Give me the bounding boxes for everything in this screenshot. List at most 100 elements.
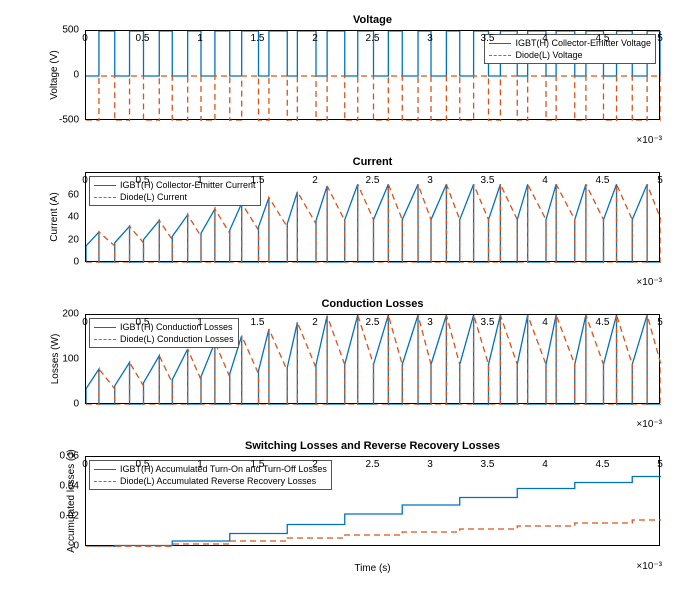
ytick: 500 [62,25,79,36]
ytick: 200 [62,309,79,320]
xtick: 4 [542,33,548,44]
xtick: 2.5 [366,459,380,470]
xtick: 0.5 [136,175,150,186]
axes-conduction: Conduction Losses Losses (W) IGBT(H) Con… [85,314,660,404]
ylabel-switching: Accumulated losses (J) [66,449,77,552]
xtick: 3.5 [481,175,495,186]
xtick: 3 [427,33,433,44]
legend-label: Diode(L) Conduction Losses [120,333,234,345]
line-sample-icon [94,469,116,470]
line-sample-icon [94,197,116,198]
line-sample-icon [489,55,511,56]
ytick: 0 [73,541,79,552]
legend-label: Diode(L) Current [120,191,187,203]
legend-entry: IGBT(H) Collector-Emitter Current [94,179,256,191]
title-voltage: Voltage [85,14,660,26]
legend-entry: IGBT(H) Collector-Emitter Voltage [489,37,651,49]
ytick: 0 [73,257,79,268]
title-current: Current [85,156,660,168]
legend-switching: IGBT(H) Accumulated Turn-On and Turn-Off… [89,460,332,490]
xtick: 1.5 [251,317,265,328]
legend-current: IGBT(H) Collector-Emitter Current Diode(… [89,176,261,206]
ylabel-current: Current (A) [49,192,60,241]
x-exponent: ×10⁻³ [636,135,662,146]
legend-label: Diode(L) Accumulated Reverse Recovery Lo… [120,475,316,487]
legend-label: IGBT(H) Accumulated Turn-On and Turn-Off… [120,463,327,475]
xtick: 2 [312,459,318,470]
xtick: 0 [82,33,88,44]
xtick: 5 [657,317,663,328]
xtick: 4 [542,175,548,186]
xtick: 5 [657,459,663,470]
xlabel: Time (s) [85,563,660,574]
ytick: 0.06 [60,451,79,462]
xtick: 3 [427,175,433,186]
legend-voltage: IGBT(H) Collector-Emitter Voltage Diode(… [484,34,656,64]
title-conduction: Conduction Losses [85,298,660,310]
line-sample-icon [94,339,116,340]
xtick: 2 [312,317,318,328]
xtick: 0.5 [136,459,150,470]
xtick: 1 [197,459,203,470]
xtick: 3.5 [481,459,495,470]
ytick: 0 [73,399,79,410]
legend-entry: IGBT(H) Accumulated Turn-On and Turn-Off… [94,463,327,475]
xtick: 2 [312,175,318,186]
xtick: 0 [82,317,88,328]
xtick: 3 [427,459,433,470]
legend-entry: Diode(L) Accumulated Reverse Recovery Lo… [94,475,327,487]
ytick: 40 [68,212,79,223]
xtick: 0 [82,175,88,186]
ytick: 60 [68,189,79,200]
xtick: 0.5 [136,317,150,328]
ytick: 20 [68,234,79,245]
xtick: 2.5 [366,317,380,328]
axes-current: Current Current (A) IGBT(H) Collector-Em… [85,172,660,262]
xtick: 2.5 [366,33,380,44]
xtick: 5 [657,33,663,44]
x-exponent: ×10⁻³ [636,419,662,430]
xtick: 3 [427,317,433,328]
xtick: 4 [542,459,548,470]
xtick: 1.5 [251,33,265,44]
axes-voltage: Voltage Voltage (V) IGBT(H) Collector-Em… [85,30,660,120]
xtick: 1 [197,317,203,328]
legend-conduction: IGBT(H) Conduction Losses Diode(L) Condu… [89,318,239,348]
ytick: 0.02 [60,511,79,522]
legend-label: IGBT(H) Collector-Emitter Voltage [515,37,651,49]
xtick: 2.5 [366,175,380,186]
ytick: 0.04 [60,481,79,492]
line-sample-icon [94,481,116,482]
line-sample-icon [94,185,116,186]
line-sample-icon [94,327,116,328]
xtick: 5 [657,175,663,186]
ytick: -500 [59,115,79,126]
xtick: 1.5 [251,175,265,186]
xtick: 3.5 [481,317,495,328]
xtick: 4 [542,317,548,328]
xtick: 4.5 [596,317,610,328]
ytick: 100 [62,354,79,365]
ylabel-voltage: Voltage (V) [49,50,60,99]
xtick: 4.5 [596,459,610,470]
xtick: 4.5 [596,175,610,186]
x-exponent: ×10⁻³ [636,277,662,288]
legend-entry: Diode(L) Voltage [489,49,651,61]
xtick: 4.5 [596,33,610,44]
ytick: 0 [73,70,79,81]
xtick: 1.5 [251,459,265,470]
xtick: 0.5 [136,33,150,44]
legend-entry: Diode(L) Current [94,191,256,203]
legend-entry: Diode(L) Conduction Losses [94,333,234,345]
ylabel-conduction: Losses (W) [50,334,61,385]
title-switching: Switching Losses and Reverse Recovery Lo… [85,440,660,452]
figure: Voltage Voltage (V) IGBT(H) Collector-Em… [0,0,700,600]
xtick: 3.5 [481,33,495,44]
axes-switching: Switching Losses and Reverse Recovery Lo… [85,456,660,546]
xtick: 2 [312,33,318,44]
xtick: 0 [82,459,88,470]
xtick: 1 [197,175,203,186]
legend-entry: IGBT(H) Conduction Losses [94,321,234,333]
legend-label: Diode(L) Voltage [515,49,582,61]
xtick: 1 [197,33,203,44]
